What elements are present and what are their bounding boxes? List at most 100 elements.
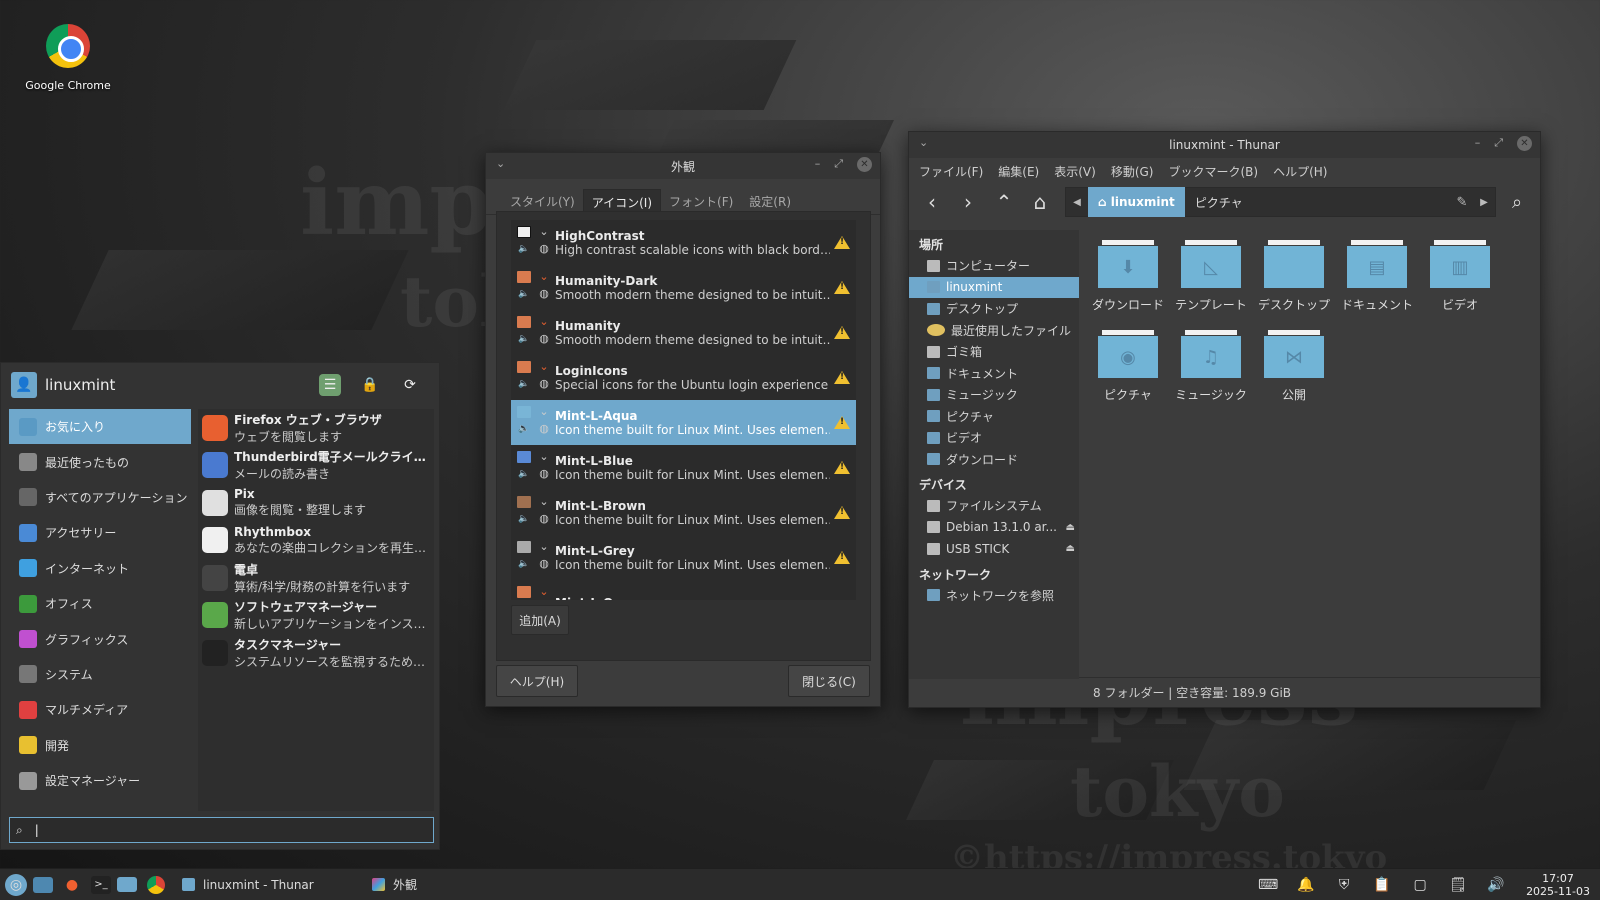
sidebar-item[interactable]: USB STICK ⏏ bbox=[909, 538, 1079, 560]
titlebar[interactable]: ⌄ linuxmint - Thunar – ⤢ ✕ bbox=[909, 132, 1540, 158]
window-menu-icon[interactable]: ⌄ bbox=[919, 136, 928, 149]
clipboard-icon[interactable]: 📋 bbox=[1369, 872, 1395, 898]
notifications-icon[interactable]: 🔔 bbox=[1293, 872, 1319, 898]
menu-go[interactable]: 移動(G) bbox=[1111, 163, 1154, 179]
category-item[interactable]: マルチメディア bbox=[9, 692, 191, 727]
sidebar-item[interactable]: ビデオ bbox=[909, 427, 1079, 449]
chrome-launcher-icon[interactable] bbox=[143, 872, 169, 898]
sidebar-item[interactable]: ファイルシステム bbox=[909, 495, 1079, 517]
category-item[interactable]: すべてのアプリケーション bbox=[9, 480, 191, 515]
clock[interactable]: 17:07 2025-11-03 bbox=[1518, 872, 1600, 898]
search-icon[interactable]: ⌕ bbox=[1502, 187, 1532, 217]
app-item[interactable]: ソフトウェアマネージャー新しいアプリケーションをインストールします bbox=[198, 597, 434, 635]
desktop-icon-google-chrome[interactable]: Google Chrome bbox=[20, 24, 116, 92]
category-item[interactable]: 設定マネージャー bbox=[9, 763, 191, 798]
volume-icon[interactable]: 🔊 bbox=[1483, 872, 1509, 898]
shield-icon[interactable]: ⛨ bbox=[1331, 872, 1357, 898]
minimize-icon[interactable]: – bbox=[1475, 136, 1481, 151]
sidebar-item[interactable]: ネットワークを参照 bbox=[909, 585, 1079, 607]
close-button[interactable]: 閉じる(C) bbox=[788, 665, 870, 697]
folder-item[interactable]: ⋈ 公開 bbox=[1253, 330, 1335, 403]
up-icon[interactable]: ⌃ bbox=[989, 187, 1019, 217]
folder-item[interactable]: ◉ ピクチャ bbox=[1087, 330, 1169, 403]
app-item[interactable]: タスクマネージャーシステムリソースを監視するためのツール bbox=[198, 634, 434, 672]
app-item[interactable]: Thunderbird電子メールクライアント メールの読み書き bbox=[198, 447, 434, 485]
avatar[interactable]: 👤 bbox=[11, 372, 37, 398]
path-left-arrow-icon[interactable]: ◀ bbox=[1066, 197, 1088, 208]
icon-theme-list[interactable]: ⌄ 🔈 ◍ HighContrast High contrast scalable ic… bbox=[511, 220, 856, 600]
sidebar-item[interactable]: ゴミ箱 bbox=[909, 341, 1079, 363]
menu-button-icon[interactable]: ◎ bbox=[5, 873, 27, 896]
back-icon[interactable]: ‹ bbox=[917, 187, 947, 217]
eject-icon[interactable]: ⏏ bbox=[1066, 522, 1075, 533]
menu-edit[interactable]: 編集(E) bbox=[998, 163, 1039, 179]
path-segment-pictures[interactable]: ピクチャ bbox=[1185, 187, 1253, 217]
forward-icon[interactable]: › bbox=[953, 187, 983, 217]
icon-theme-item[interactable]: ⌄ 🔈 ◍ Mint-L-Blue Icon theme built for Linux… bbox=[511, 445, 856, 490]
icon-theme-item[interactable]: ⌄ 🔈 ◍ HighContrast High contrast scalable ic… bbox=[511, 220, 856, 265]
close-icon[interactable]: ✕ bbox=[1517, 136, 1532, 151]
titlebar[interactable]: ⌄ 外観 – ⤢ ✕ bbox=[486, 153, 880, 179]
icon-theme-item[interactable]: ⌄ 🔈 ◍ Mint-L-Brown Icon theme built for Linu… bbox=[511, 490, 856, 535]
menu-bookmarks[interactable]: ブックマーク(B) bbox=[1168, 163, 1258, 179]
files-launcher-icon[interactable] bbox=[117, 877, 137, 892]
icon-theme-item[interactable]: ⌄ 🔈 ◍ Mint-L-Grey Icon theme built for Linux… bbox=[511, 535, 856, 580]
add-button[interactable]: 追加(A) bbox=[511, 605, 569, 635]
path-segment-home[interactable]: ⌂ linuxmint bbox=[1088, 187, 1185, 217]
close-icon[interactable]: ✕ bbox=[857, 157, 872, 172]
icon-theme-item[interactable]: ⌄ 🔈 ◍ Mint-L-Aqua Icon theme built for Linux… bbox=[511, 400, 856, 445]
sidebar-item[interactable]: linuxmint bbox=[909, 276, 1079, 298]
task-appearance[interactable]: 外観 bbox=[362, 869, 427, 900]
menu-view[interactable]: 表示(V) bbox=[1054, 163, 1096, 179]
category-item[interactable]: お気に入り bbox=[9, 409, 191, 445]
category-item[interactable]: オフィス bbox=[9, 586, 191, 621]
keyboard-icon[interactable]: ⌨ bbox=[1255, 872, 1281, 898]
icon-theme-item[interactable]: ⌄🔈◍Mint-L-Orange bbox=[511, 580, 856, 600]
window-menu-icon[interactable]: ⌄ bbox=[496, 157, 505, 170]
app-item[interactable]: 電卓 算術/科学/財務の計算を行います bbox=[198, 559, 434, 597]
category-item[interactable]: 最近使ったもの bbox=[9, 444, 191, 479]
eject-icon[interactable]: ⏏ bbox=[1066, 543, 1075, 554]
edit-path-icon[interactable]: ✎ bbox=[1451, 195, 1473, 210]
sidebar-item[interactable]: 最近使用したファイル bbox=[909, 320, 1079, 342]
sidebar-item[interactable]: コンピューター bbox=[909, 255, 1079, 277]
menu-file[interactable]: ファイル(F) bbox=[919, 163, 983, 179]
icon-theme-item[interactable]: ⌄ 🔈 ◍ Humanity Smooth modern theme designed … bbox=[511, 310, 856, 355]
lock-icon[interactable]: 🔒 bbox=[359, 374, 381, 396]
menu-help[interactable]: ヘルプ(H) bbox=[1273, 163, 1327, 179]
sidebar-item[interactable]: デスクトップ bbox=[909, 298, 1079, 320]
icon-theme-item[interactable]: ⌄ 🔈 ◍ LoginIcons Special icons for the Ubunt… bbox=[511, 355, 856, 400]
category-item[interactable]: アクセサリー bbox=[9, 515, 191, 550]
sidebar-item[interactable]: ミュージック bbox=[909, 384, 1079, 406]
logout-icon[interactable]: ⟳ bbox=[399, 374, 421, 396]
sidebar-item[interactable]: Debian 13.1.0 ar... ⏏ bbox=[909, 517, 1079, 539]
app-item[interactable]: Pix 画像を閲覧・整理します bbox=[198, 484, 434, 522]
folder-item[interactable]: ⬇ ダウンロード bbox=[1087, 240, 1169, 313]
sidebar-item[interactable]: ダウンロード bbox=[909, 449, 1079, 471]
home-icon[interactable]: ⌂ bbox=[1025, 187, 1055, 217]
maximize-icon[interactable]: ⤢ bbox=[834, 157, 843, 172]
category-item[interactable]: インターネット bbox=[9, 551, 191, 586]
icon-theme-item[interactable]: ⌄ 🔈 ◍ Humanity-Dark Smooth modern theme desi… bbox=[511, 265, 856, 310]
minimize-icon[interactable]: – bbox=[815, 157, 821, 172]
settings-icon[interactable]: ☰ bbox=[319, 374, 341, 396]
terminal-launcher-icon[interactable]: >_ bbox=[91, 875, 111, 894]
path-right-arrow-icon[interactable]: ▶ bbox=[1473, 197, 1495, 208]
app-item[interactable]: Firefox ウェブ・ブラウザ ウェブを閲覧します bbox=[198, 409, 434, 447]
folder-item[interactable]: ▤ ドキュメント bbox=[1336, 240, 1418, 313]
search-input[interactable]: ⌕ | bbox=[9, 817, 434, 843]
task-thunar[interactable]: linuxmint - Thunar bbox=[172, 869, 362, 900]
folder-item[interactable]: ◺ テンプレート bbox=[1170, 240, 1252, 313]
window-icon[interactable]: ▢ bbox=[1407, 872, 1433, 898]
maximize-icon[interactable]: ⤢ bbox=[1494, 136, 1503, 151]
firefox-launcher-icon[interactable]: ● bbox=[59, 872, 85, 898]
category-item[interactable]: システム bbox=[9, 657, 191, 692]
folder-item[interactable]: ▥ ビデオ bbox=[1419, 240, 1501, 313]
app-item[interactable]: Rhythmboxあなたの楽曲コレクションを再生、整理します bbox=[198, 522, 434, 560]
update-manager-icon[interactable]: 🗒 bbox=[1445, 872, 1471, 898]
sidebar-item[interactable]: ピクチャ bbox=[909, 406, 1079, 428]
show-desktop-icon[interactable] bbox=[33, 876, 53, 893]
sidebar-item[interactable]: ドキュメント bbox=[909, 363, 1079, 385]
folder-item[interactable]: デスクトップ bbox=[1253, 240, 1335, 313]
category-item[interactable]: グラフィックス bbox=[9, 621, 191, 656]
